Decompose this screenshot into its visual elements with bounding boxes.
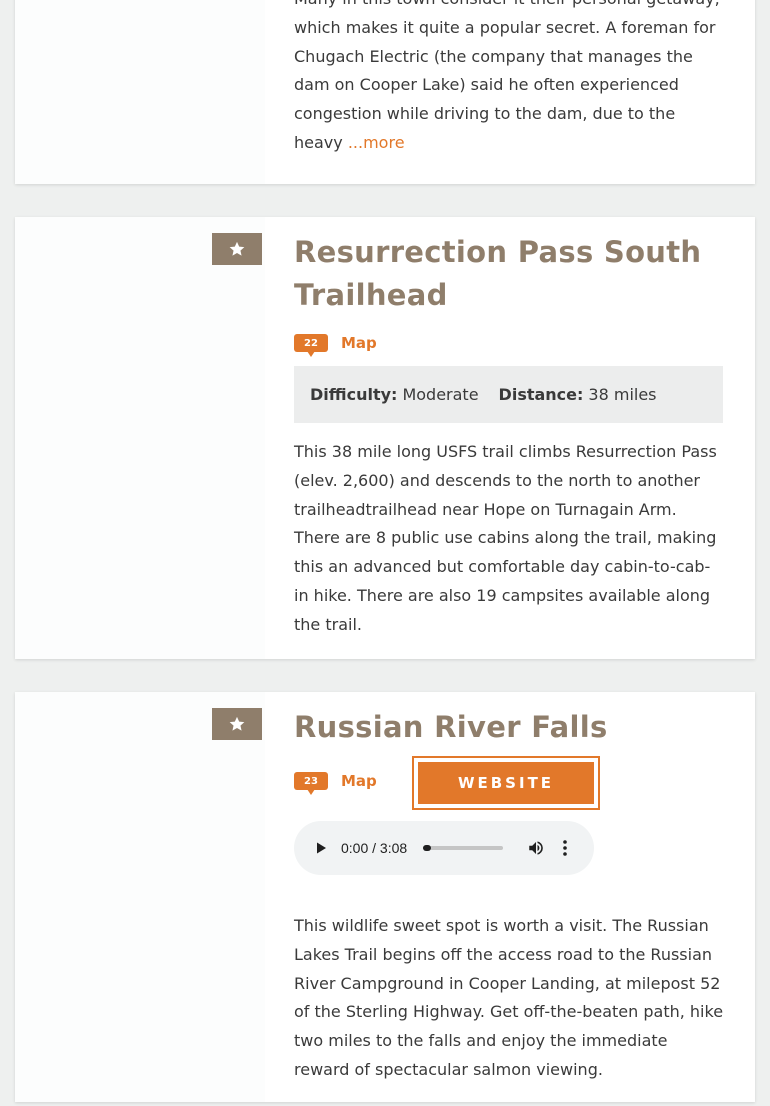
listing-card: Russian River Falls 23 Map WEBSITE 0:00 …: [15, 692, 755, 1102]
volume-icon[interactable]: [527, 839, 545, 857]
map-pin-icon: 23: [294, 772, 328, 795]
website-button[interactable]: WEBSITE: [418, 762, 594, 804]
pin-number: 22: [304, 337, 318, 349]
read-more-link[interactable]: ...more: [348, 133, 405, 152]
map-link[interactable]: Map: [341, 334, 377, 352]
more-vert-icon[interactable]: [559, 839, 571, 857]
title-line-1: Resurrection Pass South: [294, 235, 702, 269]
play-icon[interactable]: [314, 841, 328, 855]
listing-description: Many in this town consider it their pers…: [294, 0, 724, 158]
listing-description: This wildlife sweet spot is worth a visi…: [294, 916, 724, 1079]
website-button-frame: WEBSITE: [412, 756, 600, 810]
audio-player[interactable]: 0:00 / 3:08: [294, 821, 594, 875]
listing-image-area: [15, 0, 265, 184]
favorite-button[interactable]: [212, 233, 262, 265]
listing-image-area: [15, 692, 265, 1102]
star-icon: [229, 716, 245, 731]
difficulty-label: Difficulty:: [310, 385, 398, 404]
star-icon: [229, 241, 245, 256]
title-line-2: Trailhead: [294, 278, 448, 312]
favorite-button[interactable]: [212, 708, 262, 740]
audio-time: 0:00 / 3:08: [341, 840, 408, 856]
listing-meta: 22 Map: [294, 328, 724, 358]
listing-image-area: [15, 217, 265, 659]
listing-title: Russian River Falls: [294, 710, 608, 744]
distance-label: Distance:: [498, 385, 584, 404]
listing-title: Resurrection Pass South Trailhead: [294, 231, 724, 317]
description-text: Many in this town consider it their pers…: [294, 0, 720, 152]
map-link[interactable]: Map: [341, 772, 377, 790]
pin-number: 23: [304, 775, 318, 787]
listing-card: Many in this town consider it their pers…: [15, 0, 755, 184]
listing-card: Resurrection Pass South Trailhead 22 Map…: [15, 217, 755, 659]
trail-stats: Difficulty: Moderate Distance: 38 miles: [294, 366, 723, 423]
audio-progress-knob[interactable]: [423, 845, 432, 851]
listing-description: This 38 mile long USFS trail climbs Resu…: [294, 442, 717, 634]
distance-value: 38 miles: [588, 385, 657, 404]
map-pin-icon: 22: [294, 334, 328, 357]
difficulty-value: Moderate: [402, 385, 479, 404]
audio-progress-slider[interactable]: [423, 845, 504, 851]
